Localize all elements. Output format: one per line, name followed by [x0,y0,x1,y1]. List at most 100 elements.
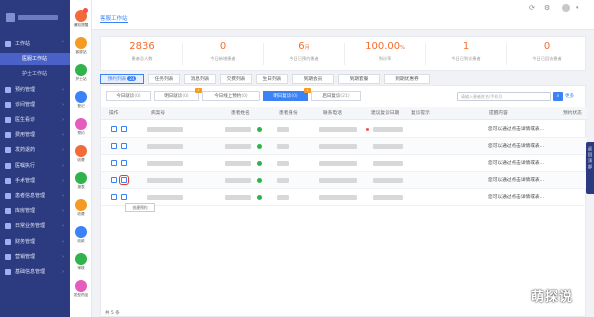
stat-unit: % [400,45,405,51]
search-button[interactable]: ⌕ [553,92,563,101]
rail-item[interactable]: 登记 [70,91,92,119]
chevron-right-icon: › [62,177,64,184]
column-header[interactable]: 病案号 [151,107,165,120]
rail-item[interactable]: 收费 [70,199,92,227]
detail-icon[interactable] [111,160,117,166]
table-row[interactable]: 您可以通过点击详情或表... [101,189,587,206]
rail-item[interactable]: 预约 [70,118,92,146]
detail-icon[interactable] [111,143,117,149]
stat-card[interactable]: 100.00% 到诊率 [345,41,425,62]
masked-value [277,127,289,132]
table-row[interactable]: 您可以通过点击详情或表... [101,172,587,189]
rail-item[interactable]: 客服站 [70,37,92,65]
sidebar-item[interactable]: › 医生看诊 [0,114,70,126]
settings-icon[interactable]: ⚙ [544,4,550,12]
sidebar-item[interactable]: › 营销管理 [0,251,70,263]
stat-card[interactable]: 6月 今日已预约患者 [264,41,344,62]
sidebar-item[interactable]: › 基础信息管理 [0,266,70,278]
table-row[interactable]: 您可以通过点击详情或表... [101,121,587,138]
sidebar-item[interactable]: › 患者信息管理 [0,190,70,202]
sidebar-item[interactable]: › 医嘱执行 [0,160,70,172]
search-input[interactable]: 请输入患者姓名/手机号 [457,92,551,101]
rail-item[interactable]: 审核 [70,253,92,281]
masked-value [277,195,289,200]
sidebar-item[interactable]: › 费用管理 [0,129,70,141]
detail-icon[interactable] [111,177,117,183]
sidebar-item[interactable]: 医服工作站 [0,53,70,66]
sidebar-item[interactable]: ˅ 工作站 [0,38,70,50]
stat-card[interactable]: 1 今日已到诊患者 [426,41,506,62]
refresh-icon[interactable]: ⟳ [529,4,535,12]
back-to-top-tab[interactable]: 返回顶部 [586,142,594,194]
filter-button[interactable]: 今日就诊(0) [106,91,151,101]
sidebar-item[interactable]: › 手术管理 [0,175,70,187]
chevron-right-icon: › [62,238,64,245]
stat-number: 0 [543,41,551,52]
tab[interactable]: 欠费列表 [220,74,252,84]
page-title[interactable]: 客服工作站 [100,14,128,22]
calendar-icon[interactable] [121,143,127,149]
stat-card[interactable]: 0 今日已回访患者 [507,41,587,62]
column-header[interactable]: 预约状态 [563,107,582,120]
stat-card[interactable]: 0 今日新增患者 [183,41,263,62]
column-header[interactable]: 操作 [109,107,118,120]
calendar-icon[interactable] [119,175,129,185]
tab[interactable]: 到期会员 [292,74,334,84]
table-row[interactable]: 您可以通过点击详情或表... [101,155,587,172]
chevron-down-icon[interactable]: ▾ [576,5,579,11]
shortcut-icon [75,145,87,157]
stat-number: 1 [462,41,470,52]
detail-icon[interactable] [111,126,117,132]
menu-icon [5,193,11,199]
chevron-right-icon: › [62,269,64,275]
column-header[interactable]: 患者姓名 [231,107,250,120]
column-header[interactable]: 提醒内容 [489,107,508,120]
sidebar-item[interactable]: › 诊间管理 [0,99,70,111]
chevron-right-icon: ˅ [61,41,65,47]
detail-icon[interactable] [111,194,117,200]
tab-label: 到期套餐 [349,77,369,82]
filter-count: (0) [291,94,298,99]
stat-card[interactable]: 2836 患者总人数 [102,41,182,62]
tab[interactable]: 任务列表 [148,74,180,84]
avatar[interactable] [562,4,570,12]
table-header: 操作 病案号 患者姓名 患者身份 联系电话 建议复诊日期 复诊提示 提醒内容 预约状态 [101,107,587,120]
filter-button[interactable]: 明日就诊(0) 1 [154,88,202,101]
chevron-right-icon: › [62,193,64,199]
filter-button[interactable]: 后日复诊(21) [311,91,361,101]
column-header[interactable]: 建议复诊日期 [371,107,399,120]
rail-item[interactable]: 收款 [70,226,92,254]
filter-button[interactable]: 今日线上预约(0) [202,91,260,101]
more-link[interactable]: 更多 [565,92,574,101]
stat-unit: 月 [304,45,310,51]
sidebar-item[interactable]: › 库房管理 [0,205,70,217]
sidebar-item[interactable]: 护士工作站 [0,68,70,80]
table-row[interactable]: 您可以通过点击详情或表... [101,138,587,155]
calendar-icon[interactable] [121,160,127,166]
sidebar-item[interactable]: › 发药退药 [0,144,70,156]
sidebar-item[interactable]: › 财务管理 [0,236,70,248]
sidebar-item[interactable]: › 预约管理 [0,84,70,96]
masked-value [147,144,183,149]
calendar-icon[interactable] [121,126,127,132]
sidebar-item[interactable]: › 日常业务管理 [0,220,70,232]
calendar-icon[interactable] [121,194,127,200]
tab[interactable]: 到期优惠券 [384,74,430,84]
stat-value: 0 [183,41,263,54]
tab[interactable]: 消息列表 [184,74,216,84]
tab[interactable]: 生日列表 [256,74,288,84]
stat-number: 100.00 [365,41,401,52]
rail-item[interactable]: 护士站 [70,64,92,92]
column-header[interactable]: 患者身份 [279,107,298,120]
tab[interactable]: 预约列表 23 [100,74,144,84]
tooltip: 创建预约 [125,203,155,212]
top-bar: 客服工作站 ⟳ ⚙ ▾ [92,0,594,30]
rail-item[interactable]: 报表 [70,172,92,200]
filter-button[interactable]: 明日复诊(0) 1 [263,88,311,101]
rail-item[interactable]: 收费 [70,145,92,173]
rail-item[interactable]: 发型药品 [70,280,92,308]
column-header[interactable]: 联系电话 [323,107,342,120]
column-header[interactable]: 复诊提示 [411,107,430,120]
rail-item[interactable]: 通知提醒 [70,8,92,38]
tab[interactable]: 到期套餐 [338,74,380,84]
